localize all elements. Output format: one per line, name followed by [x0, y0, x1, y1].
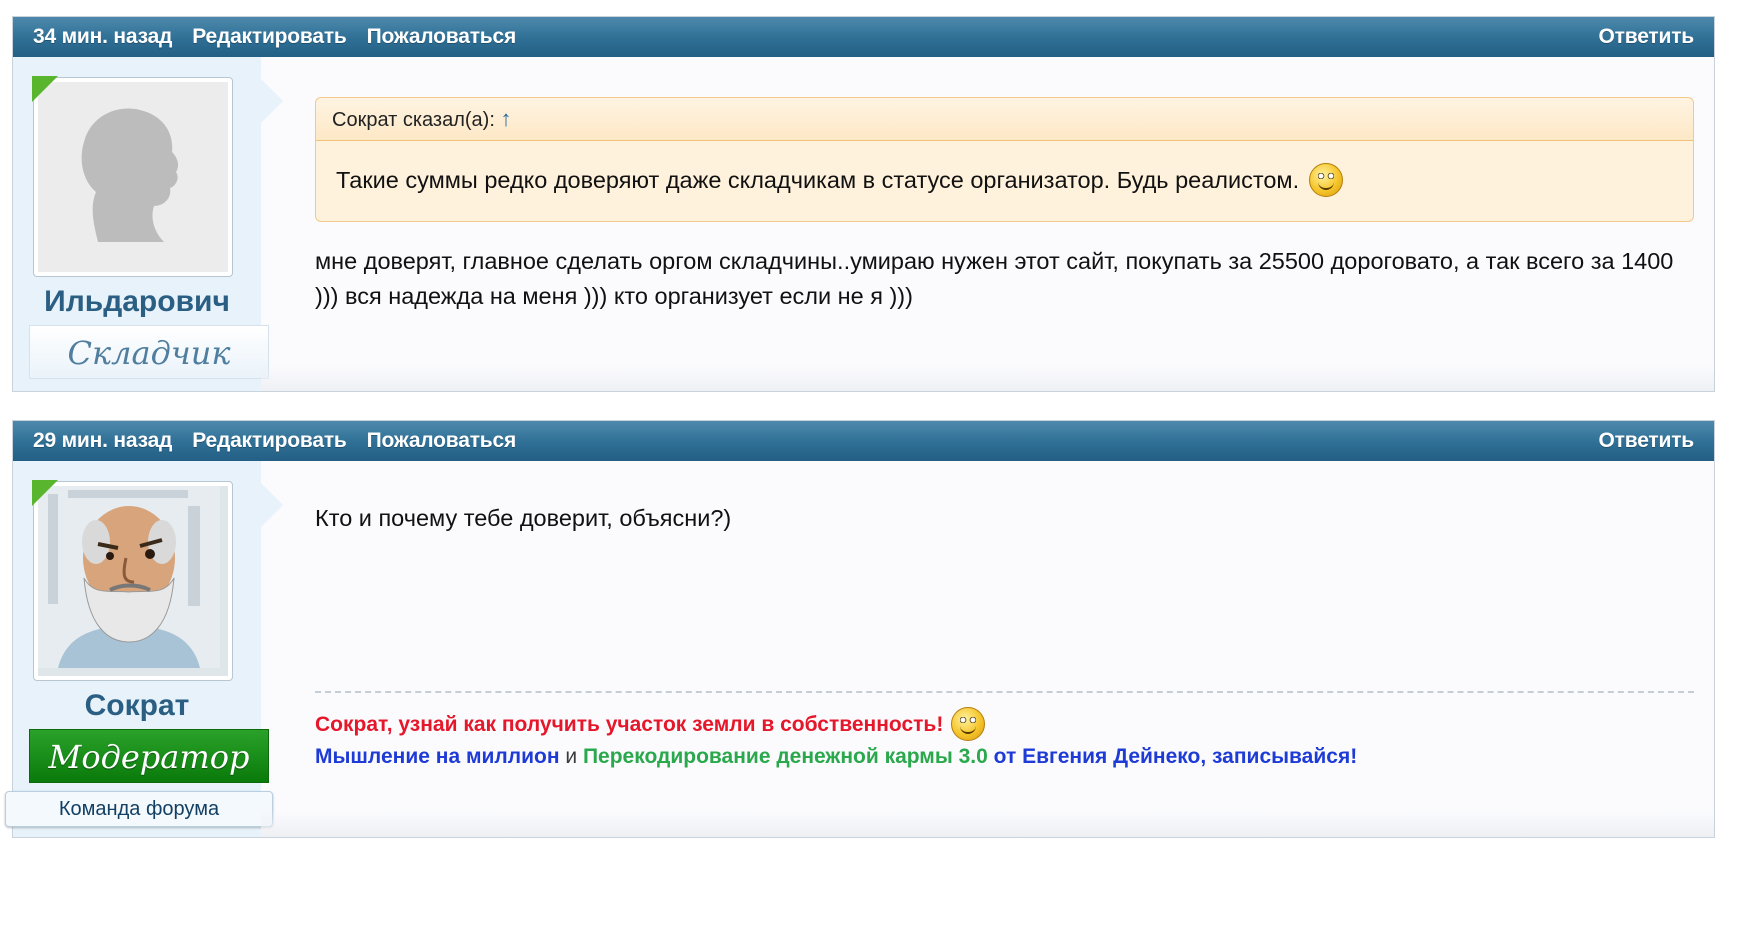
user-info-panel: Сократ Модератор Команда форума — [5, 461, 283, 837]
panel-arrow — [261, 483, 283, 527]
avatar[interactable] — [33, 77, 233, 277]
post-footer — [261, 811, 1714, 837]
post-message: мне доверят, главное сделать оргом склад… — [315, 248, 1674, 309]
edit-link[interactable]: Редактировать — [192, 25, 347, 49]
quote-block: Сократ сказал(а): ↑ Такие суммы редко до… — [315, 97, 1694, 222]
user-info-panel: Ильдарович Складчик — [13, 57, 283, 391]
signature-land-link[interactable]: Сократ, узнай как получить участок земли… — [315, 709, 943, 740]
quote-header: Сократ сказал(а): ↑ — [316, 98, 1693, 141]
team-badge: Команда форума — [5, 791, 273, 827]
reply-link[interactable]: Ответить — [1599, 429, 1695, 453]
post-header: 34 мин. назад Редактировать Пожаловаться… — [13, 17, 1714, 57]
signature-million-link[interactable]: Мышление на миллион — [315, 745, 560, 768]
default-avatar-icon — [38, 82, 220, 264]
online-indicator — [32, 76, 58, 102]
panel-arrow — [261, 79, 283, 123]
signature-author-link[interactable]: от Евгения Дейнеко, записывайся! — [994, 745, 1358, 768]
quote-text-row: Такие суммы редко доверяют даже складчик… — [316, 141, 1693, 221]
username[interactable]: Сократ — [13, 689, 261, 723]
signature-line-2: Мышление на миллион и Перекодирование де… — [315, 741, 1694, 772]
signature: Сократ, узнай как получить участок земли… — [315, 691, 1694, 772]
report-link[interactable]: Пожаловаться — [367, 25, 517, 49]
quote-author: Сократ сказал(а): — [332, 109, 495, 131]
username[interactable]: Ильдарович — [13, 285, 261, 319]
reply-link[interactable]: Ответить — [1599, 25, 1695, 49]
post: 34 мин. назад Редактировать Пожаловаться… — [12, 16, 1715, 392]
socrates-avatar-icon — [38, 486, 220, 668]
post-time-link[interactable]: 34 мин. назад — [33, 25, 172, 49]
user-rank-banner: Складчик — [29, 325, 269, 379]
quote-text: Такие суммы редко доверяют даже складчик… — [336, 166, 1300, 193]
smiley-icon — [951, 707, 986, 741]
smiley-icon — [1309, 163, 1344, 197]
post-footer — [261, 365, 1714, 391]
report-link[interactable]: Пожаловаться — [367, 429, 517, 453]
moderator-rank-banner: Модератор — [29, 729, 269, 783]
signature-line-1: Сократ, узнай как получить участок земли… — [315, 707, 1694, 741]
signature-and-text: и — [565, 745, 578, 768]
post-content: Кто и почему тебе доверит, объясни?) — [315, 461, 1694, 536]
post: 29 мин. назад Редактировать Пожаловаться… — [5, 420, 1715, 838]
post-content: Сократ сказал(а): ↑ Такие суммы редко до… — [315, 57, 1694, 314]
post-message: Кто и почему тебе доверит, объясни?) — [315, 505, 732, 531]
edit-link[interactable]: Редактировать — [192, 429, 347, 453]
quote-source-arrow-icon[interactable]: ↑ — [500, 106, 511, 131]
post-header: 29 мин. назад Редактировать Пожаловаться… — [13, 421, 1714, 461]
post-time-link[interactable]: 29 мин. назад — [33, 429, 172, 453]
avatar[interactable] — [33, 481, 233, 681]
signature-karma-link[interactable]: Перекодирование денежной кармы 3.0 — [583, 745, 988, 768]
online-indicator — [32, 480, 58, 506]
